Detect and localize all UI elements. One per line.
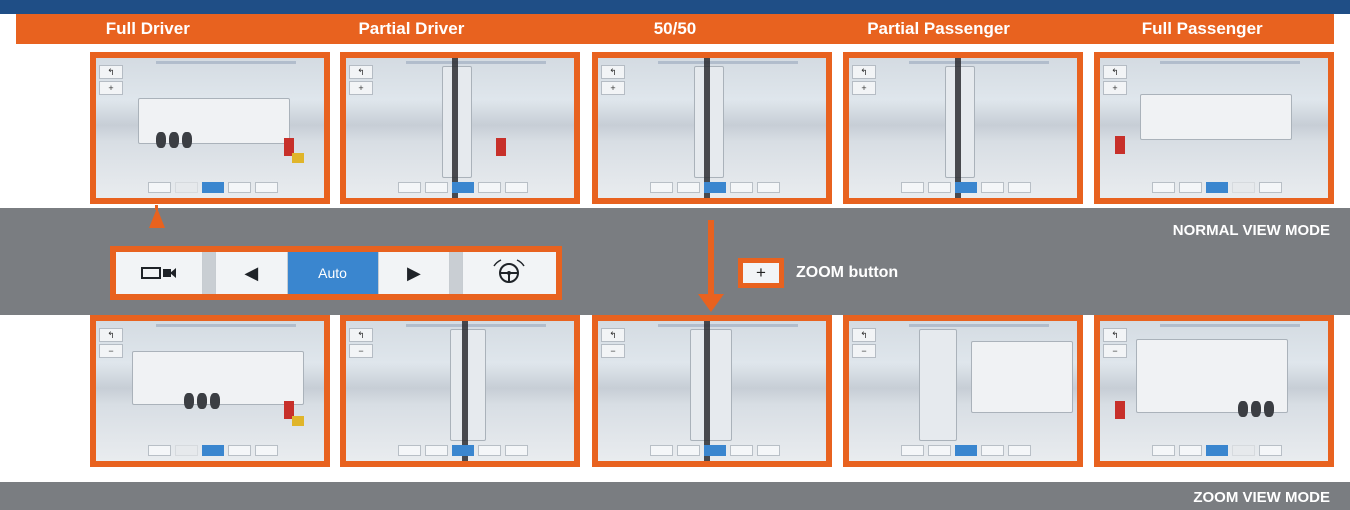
zoom-plus-button[interactable]: + [1103, 81, 1127, 95]
header-full-driver: Full Driver [105, 19, 190, 38]
zoom-thumb-partial-passenger: ↰ − [843, 315, 1083, 467]
zoom-thumb-full-passenger: ↰ − [1094, 315, 1334, 467]
mini-control-bar [650, 445, 780, 456]
back-button[interactable]: ↰ [601, 328, 625, 342]
mini-control-bar [148, 182, 278, 193]
control-bar: ◀ Auto ▶ [116, 252, 556, 294]
zoom-minus-button[interactable]: − [601, 344, 625, 358]
back-button[interactable]: ↰ [349, 65, 373, 79]
back-button[interactable]: ↰ [349, 328, 373, 342]
zoom-mode-band [0, 482, 1350, 510]
mini-control-bar [901, 182, 1031, 193]
normal-thumb-50-50: ↰ + [592, 52, 832, 204]
camera-screen: ↰ + [849, 58, 1077, 198]
zoom-thumb-50-50: ↰ − [592, 315, 832, 467]
mini-control-bar [398, 445, 528, 456]
zoom-plus-button[interactable]: + [99, 81, 123, 95]
normal-thumb-full-passenger: ↰ + [1094, 52, 1334, 204]
camera-screen: ↰ + [346, 58, 574, 198]
header-partial-passenger: Partial Passenger [867, 19, 1010, 38]
truck-image [1140, 94, 1292, 140]
camera-screen: ↰ − [346, 321, 574, 461]
zoom-plus-button[interactable]: + [852, 81, 876, 95]
truck-image [919, 329, 957, 441]
zoom-minus-button[interactable]: − [852, 344, 876, 358]
top-band [0, 0, 1350, 14]
mini-control-bar [1152, 182, 1282, 193]
normal-mode-label: NORMAL VIEW MODE [1172, 222, 1330, 239]
arrow-right-icon[interactable]: ▶ [379, 252, 451, 294]
mini-control-bar [398, 182, 528, 193]
mini-control-bar [650, 182, 780, 193]
back-button[interactable]: ↰ [601, 65, 625, 79]
zoom-plus-button[interactable]: + [601, 81, 625, 95]
zoom-minus-button[interactable]: − [99, 344, 123, 358]
header-full-passenger: Full Passenger [1141, 19, 1263, 38]
camera-screen: ↰ − [1100, 321, 1328, 461]
mini-control-bar [901, 445, 1031, 456]
zoom-view-row: ↰ − ↰ − ↰ − ↰ − ↰ − [0, 315, 1350, 467]
steering-wheel-svg [493, 259, 526, 283]
back-button[interactable]: ↰ [99, 65, 123, 79]
normal-thumb-partial-driver: ↰ + [340, 52, 580, 204]
zoom-arrow-head [698, 294, 724, 312]
back-button[interactable]: ↰ [1103, 328, 1127, 342]
back-button[interactable]: ↰ [852, 65, 876, 79]
camera-screen: ↰ + [96, 58, 324, 198]
control-bar-callout: ◀ Auto ▶ [110, 246, 562, 300]
arrow-left-icon[interactable]: ◀ [216, 252, 288, 294]
camera-icon-svg [141, 267, 177, 279]
back-button[interactable]: ↰ [852, 328, 876, 342]
normal-thumb-full-driver: ↰ + [90, 52, 330, 204]
trailer-image [971, 341, 1073, 413]
steering-wheel-icon[interactable] [463, 252, 556, 294]
back-button[interactable]: ↰ [99, 328, 123, 342]
control-divider [450, 252, 463, 294]
zoom-plus-button[interactable]: + [349, 81, 373, 95]
normal-view-row: ↰ + ↰ + ↰ + ↰ + ↰ + [0, 52, 1350, 204]
camera-screen: ↰ + [1100, 58, 1328, 198]
camera-screen: ↰ − [849, 321, 1077, 461]
view-header: Full Driver Partial Driver 50/50 Partial… [16, 14, 1334, 44]
normal-thumb-partial-passenger: ↰ + [843, 52, 1083, 204]
zoom-minus-button[interactable]: − [1103, 344, 1127, 358]
truck-image [450, 329, 486, 441]
back-button[interactable]: ↰ [1103, 65, 1127, 79]
header-partial-driver: Partial Driver [358, 19, 465, 38]
header-50-50: 50/50 [653, 19, 697, 38]
mini-control-bar [1152, 445, 1282, 456]
camera-screen: ↰ − [96, 321, 324, 461]
truck-image [690, 329, 732, 441]
zoom-button-label: ZOOM button [796, 264, 899, 281]
zoom-button[interactable]: + [743, 263, 779, 283]
camera-screen: ↰ + [598, 58, 826, 198]
callout-pointer [149, 208, 165, 228]
zoom-mode-label: ZOOM VIEW MODE [1193, 489, 1330, 506]
camera-icon[interactable] [116, 252, 204, 294]
control-divider [203, 252, 216, 294]
auto-button[interactable]: Auto [287, 252, 379, 294]
mini-control-bar [148, 445, 278, 456]
zoom-button-callout: + [738, 258, 784, 288]
zoom-minus-button[interactable]: − [349, 344, 373, 358]
zoom-thumb-full-driver: ↰ − [90, 315, 330, 467]
camera-screen: ↰ − [598, 321, 826, 461]
zoom-thumb-partial-driver: ↰ − [340, 315, 580, 467]
zoom-arrow-shaft [708, 220, 714, 296]
